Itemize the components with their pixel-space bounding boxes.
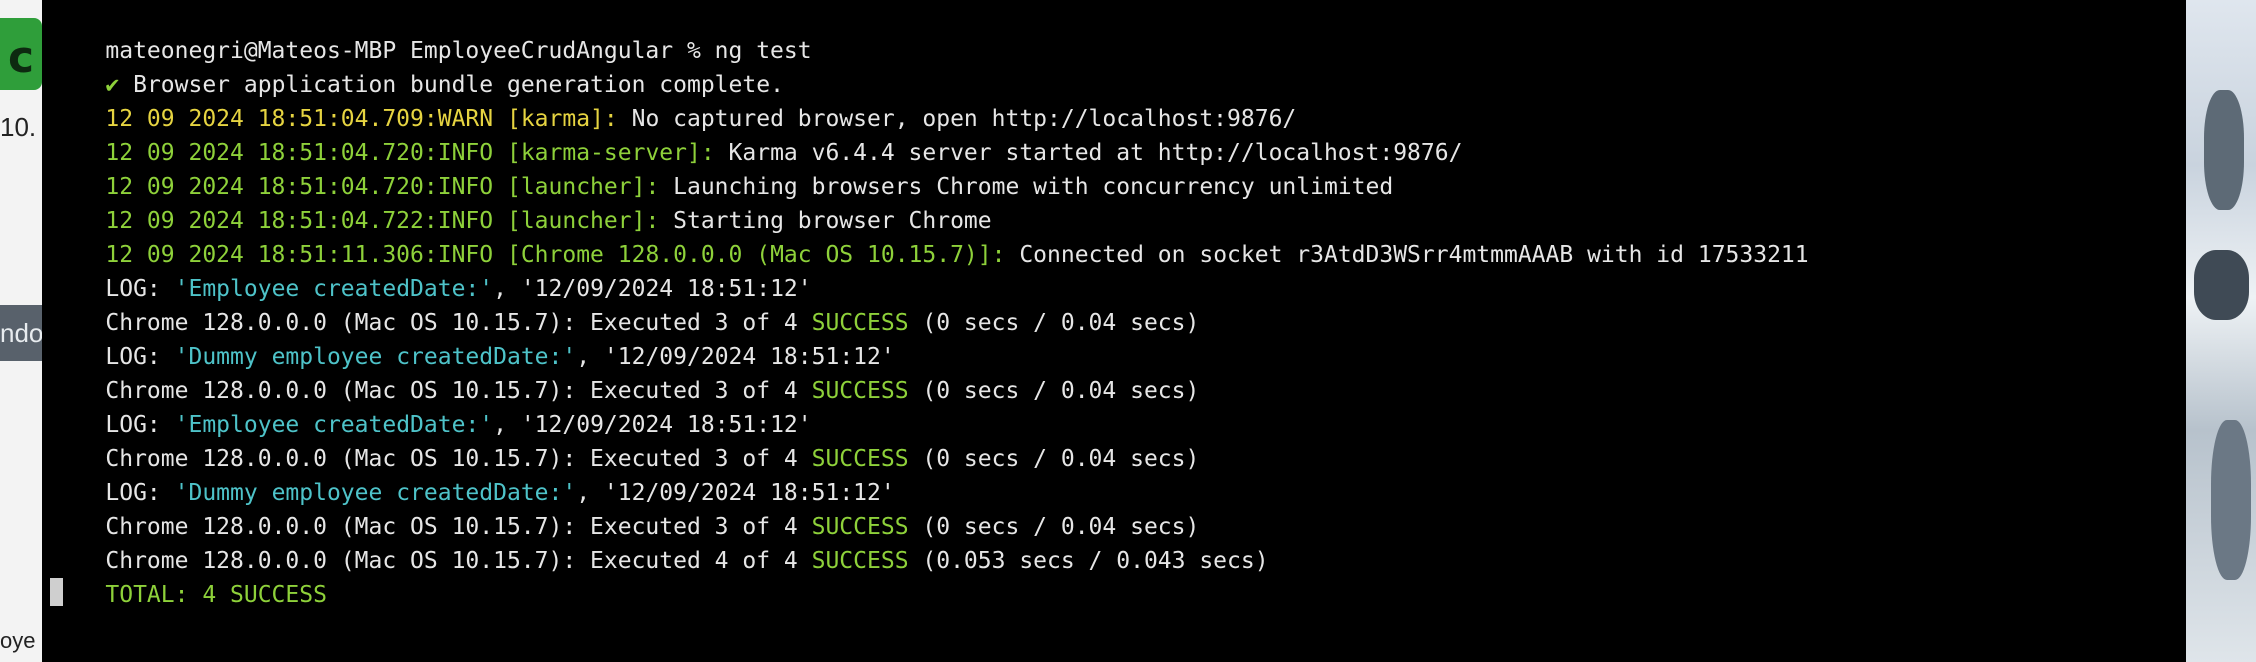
background-window-button[interactable]: ndo xyxy=(0,305,42,361)
wallpaper-rock xyxy=(2194,250,2249,320)
execution-time: (0 secs / 0.04 secs) xyxy=(908,446,1200,472)
execution-time: (0 secs / 0.04 secs) xyxy=(908,310,1200,336)
background-window-text: 10. xyxy=(0,112,37,142)
app-icon-tile[interactable]: c xyxy=(0,18,42,90)
terminal-cursor xyxy=(50,578,63,606)
success-label: SUCCESS xyxy=(811,378,909,404)
success-label: SUCCESS xyxy=(811,548,909,574)
test-total-line: TOTAL: 4 SUCCESS xyxy=(50,544,327,646)
desktop-wallpaper-right xyxy=(2186,0,2256,662)
background-window-button-label: ndo xyxy=(0,318,42,348)
total-summary: TOTAL: 4 SUCCESS xyxy=(105,582,327,608)
terminal-window[interactable]: mateonegri@Mateos-MBP EmployeeCrudAngula… xyxy=(42,0,2186,662)
wallpaper-rock xyxy=(2204,90,2244,210)
app-icon-glyph: c xyxy=(8,32,35,83)
execution-time: (0 secs / 0.04 secs) xyxy=(908,378,1200,404)
log-message: Connected on socket r3AtdD3WSrr4mtmmAAAB… xyxy=(1005,242,1809,268)
desktop-background-left: c 10. ndo oye xyxy=(0,0,42,662)
execution-time: (0.053 secs / 0.043 secs) xyxy=(908,548,1269,574)
background-window-text: oye xyxy=(0,628,36,653)
wallpaper-rock xyxy=(2211,420,2251,580)
